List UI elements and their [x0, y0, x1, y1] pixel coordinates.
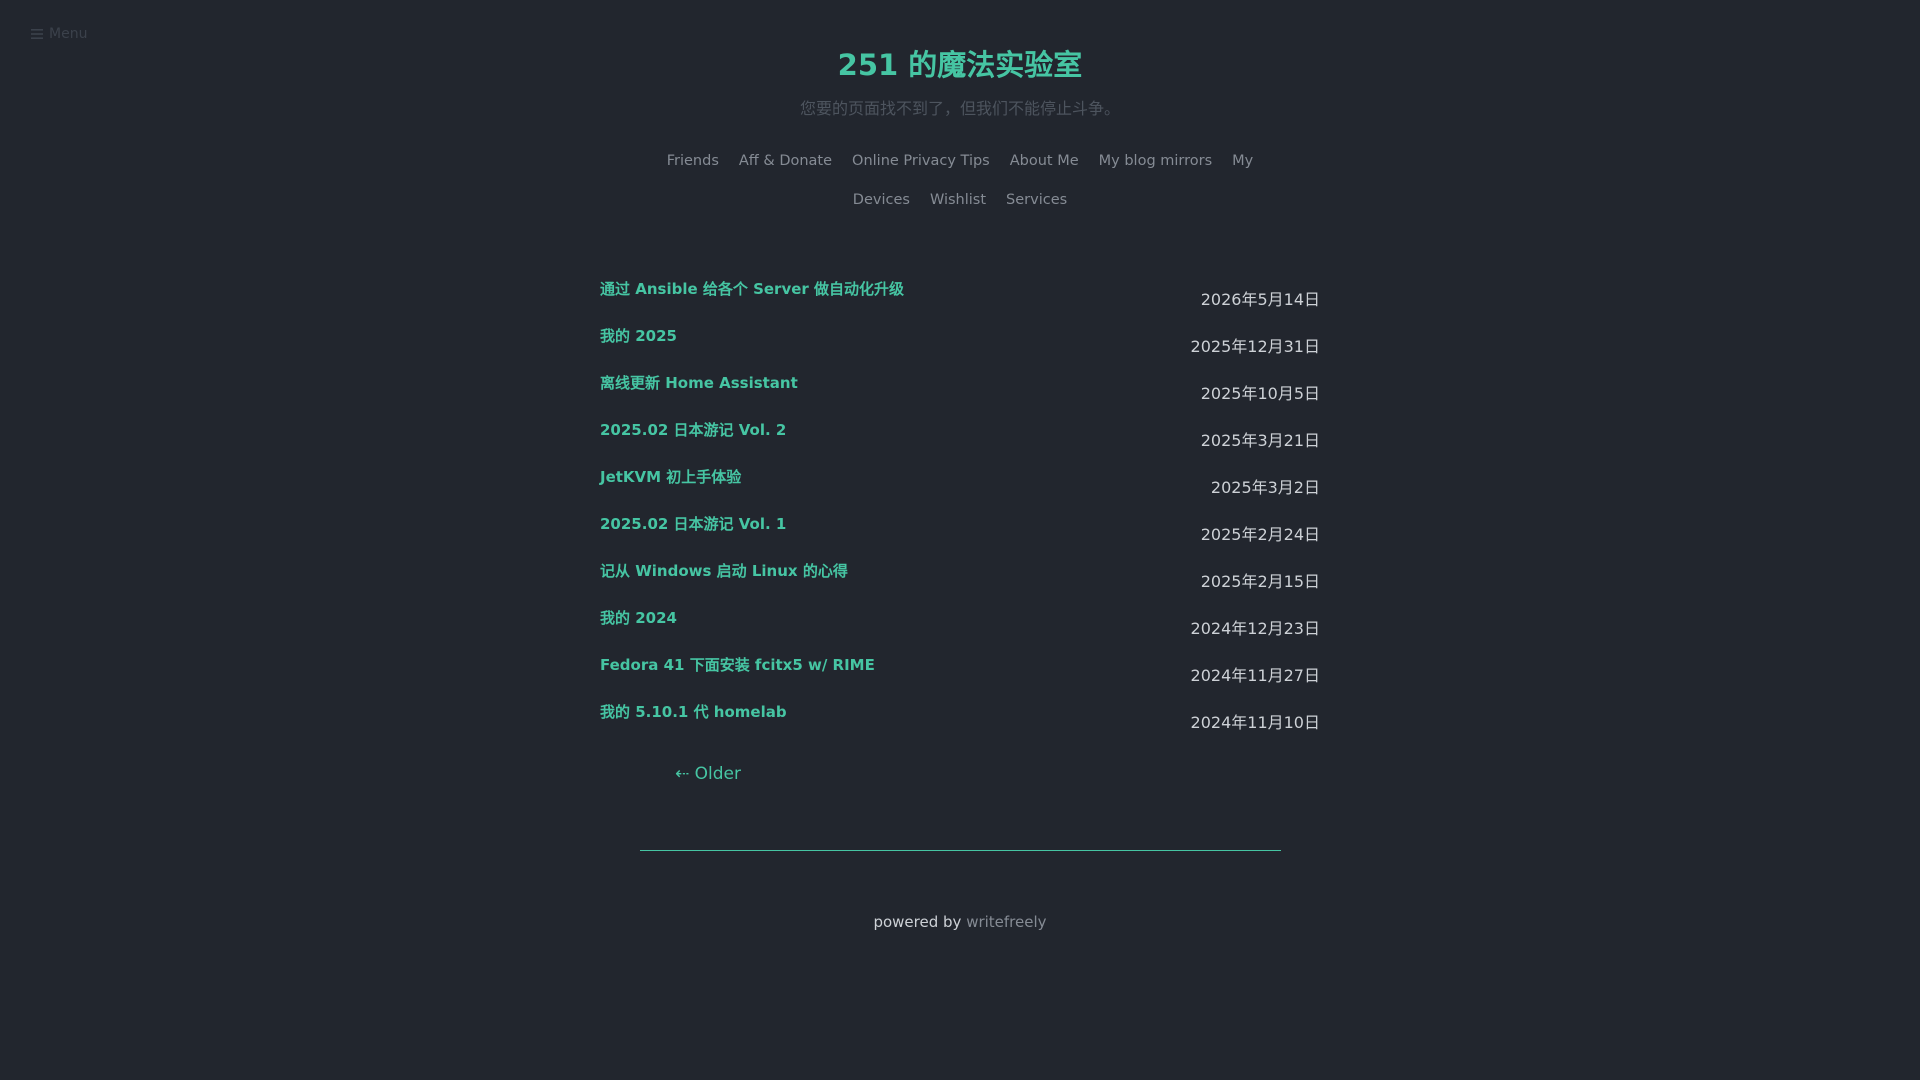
post-title-link[interactable]: 我的 2024	[600, 607, 677, 628]
blog-title[interactable]: 251 的魔法实验室	[838, 40, 1083, 90]
nav-link-friends[interactable]: Friends	[667, 153, 719, 169]
post-row: 记从 Windows 启动 Linux 的心得 2025年2月15日	[600, 554, 1320, 601]
post-title-link[interactable]: 2025.02 日本游记 Vol. 2	[600, 419, 786, 440]
post-title-link[interactable]: 记从 Windows 启动 Linux 的心得	[600, 560, 848, 581]
footer: powered by writefreely	[0, 913, 1920, 931]
nav-link-services[interactable]: Services	[1006, 192, 1067, 208]
post-row: 2025.02 日本游记 Vol. 2 2025年3月21日	[600, 413, 1320, 460]
post-row: 我的 2025 2025年12月31日	[600, 319, 1320, 366]
post-row: 我的 2024 2024年12月23日	[600, 601, 1320, 648]
post-list: 通过 Ansible 给各个 Server 做自动化升级 2026年5月14日 …	[600, 272, 1320, 742]
post-title-link[interactable]: JetKVM 初上手体验	[600, 466, 741, 487]
post-row: 离线更新 Home Assistant 2025年10月5日	[600, 366, 1320, 413]
post-date: 2025年2月24日	[1200, 525, 1320, 544]
post-title-link[interactable]: 2025.02 日本游记 Vol. 1	[600, 513, 786, 534]
post-date: 2026年5月14日	[1200, 290, 1320, 309]
post-row: Fedora 41 下面安装 fcitx5 w/ RIME 2024年11月27…	[600, 648, 1320, 695]
nav-link-my-devices-part1[interactable]: My	[1232, 153, 1253, 169]
post-date: 2025年10月5日	[1200, 384, 1320, 403]
hamburger-icon	[31, 29, 43, 39]
post-date: 2024年11月27日	[1190, 666, 1320, 685]
post-date: 2025年2月15日	[1200, 572, 1320, 591]
post-title-link[interactable]: 离线更新 Home Assistant	[600, 372, 798, 393]
older-posts-link[interactable]: ⇠ Older	[675, 764, 741, 784]
writefreely-link[interactable]: writefreely	[966, 913, 1046, 931]
nav-line-1: Friends Aff & Donate Online Privacy Tips Ab…	[650, 142, 1270, 181]
post-row: 我的 5.10.1 代 homelab 2024年11月10日	[600, 695, 1320, 742]
post-date: 2025年12月31日	[1190, 337, 1320, 356]
powered-by-text: powered by	[873, 913, 962, 931]
nav-link-privacy-tips[interactable]: Online Privacy Tips	[852, 153, 990, 169]
top-nav: Friends Aff & Donate Online Privacy Tips Ab…	[650, 142, 1270, 220]
post-row: 2025.02 日本游记 Vol. 1 2025年2月24日	[600, 507, 1320, 554]
blog-description: 您要的页面找不到了，但我们不能停止斗争。	[799, 99, 1120, 118]
post-date: 2024年12月23日	[1190, 619, 1320, 638]
post-row: 通过 Ansible 给各个 Server 做自动化升级 2026年5月14日	[600, 272, 1320, 319]
footer-divider	[640, 850, 1281, 851]
blog-header: 251 的魔法实验室 您要的页面找不到了，但我们不能停止斗争。	[0, 40, 1920, 120]
post-title-link[interactable]: 我的 2025	[600, 325, 677, 346]
post-date: 2024年11月10日	[1190, 713, 1320, 732]
post-date: 2025年3月2日	[1210, 478, 1320, 497]
post-row: JetKVM 初上手体验 2025年3月2日	[600, 460, 1320, 507]
post-date: 2025年3月21日	[1200, 431, 1320, 450]
post-title-link[interactable]: 我的 5.10.1 代 homelab	[600, 701, 787, 722]
nav-link-wishlist[interactable]: Wishlist	[930, 192, 986, 208]
nav-link-my-devices-part2[interactable]: Devices	[853, 192, 910, 208]
post-title-link[interactable]: 通过 Ansible 给各个 Server 做自动化升级	[600, 278, 904, 299]
post-title-link[interactable]: Fedora 41 下面安装 fcitx5 w/ RIME	[600, 654, 875, 675]
nav-link-about-me[interactable]: About Me	[1010, 153, 1079, 169]
nav-line-2: Devices Wishlist Services	[650, 181, 1270, 220]
nav-link-aff-donate[interactable]: Aff & Donate	[739, 153, 832, 169]
nav-link-blog-mirrors[interactable]: My blog mirrors	[1099, 153, 1213, 169]
